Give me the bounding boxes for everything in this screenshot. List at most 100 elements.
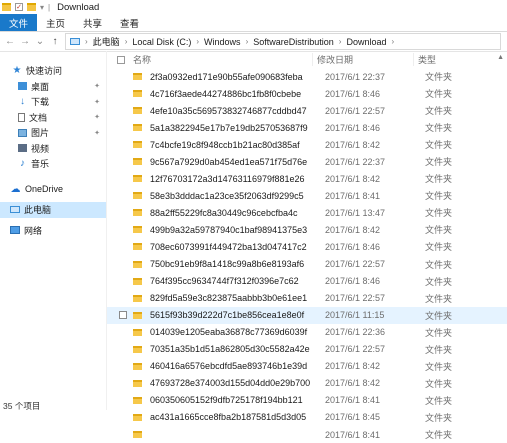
column-header-type[interactable]: 类型 xyxy=(413,53,436,66)
download-icon: ↓ xyxy=(20,96,25,108)
table-row[interactable]: ac431a1665cce8fba2b187581d5d3d05 2017/6/1… xyxy=(107,409,507,426)
folder-icon xyxy=(133,73,142,81)
folder-icon xyxy=(133,226,142,234)
sidebar-item-desktop[interactable]: 桌面 ✦ xyxy=(0,79,106,95)
table-row[interactable]: 7c4bcfe19c8f948ccb1b21ac80d385af 2017/6/1… xyxy=(107,136,507,153)
table-row[interactable]: 58e3b3dddac1a23ce35f2063df9299c5 2017/6/1… xyxy=(107,187,507,204)
file-name: 014039e1205eaba36878c77369d6039f xyxy=(150,327,308,338)
sidebar-item-onedrive[interactable]: ☁ OneDrive xyxy=(0,182,106,198)
crumb-windows[interactable]: Windows xyxy=(204,37,241,47)
crumb-download[interactable]: Download xyxy=(346,37,386,47)
table-row[interactable]: 750bc91eb9f8a1418c99a8b6e8193af6 2017/6/1… xyxy=(107,256,507,273)
folder-icon xyxy=(133,379,142,387)
column-header-name[interactable]: 名称 xyxy=(133,53,312,66)
file-name: 4c716f3aede44274886bc1fb8f0cbebe xyxy=(150,88,302,99)
sidebar-item-this-pc[interactable]: 此电脑 xyxy=(0,202,106,218)
file-name: 12f76703172a3d14763116979f881e26 xyxy=(150,173,305,184)
file-type: 文件夹 xyxy=(425,310,453,321)
file-type: 文件夹 xyxy=(425,293,453,304)
file-date: 2017/6/1 22:57 xyxy=(325,293,386,304)
table-row[interactable]: 47693728e374003d155d04dd0e29b700 2017/6/1… xyxy=(107,375,507,392)
crumb-separator: › xyxy=(85,37,88,46)
folder-icon xyxy=(133,277,142,285)
new-folder-icon[interactable] xyxy=(27,3,36,11)
file-name: 4efe10a35c569573832746877cddbd47 xyxy=(150,105,307,116)
table-row[interactable]: 4c716f3aede44274886bc1fb8f0cbebe 2017/6/1… xyxy=(107,85,507,102)
sidebar-item-label: 视频 xyxy=(31,143,50,154)
table-row[interactable]: 060350605152f9dfb725178f194bb121 2017/6/1… xyxy=(107,392,507,409)
table-row[interactable]: 9c567a7929d0ab454ed1ea571f75d76e 2017/6/1… xyxy=(107,153,507,170)
file-date: 2017/6/1 8:42 xyxy=(325,173,381,184)
forward-button[interactable]: → xyxy=(20,36,30,47)
recent-locations-button[interactable]: ⌄ xyxy=(35,36,45,47)
crumb-this-pc[interactable]: 此电脑 xyxy=(93,35,120,48)
title-bar: ✓ ▾ | Download xyxy=(0,0,507,14)
file-name: 750bc91eb9f8a1418c99a8b6e8193af6 xyxy=(150,259,305,270)
table-row[interactable]: 4efe10a35c569573832746877cddbd47 2017/6/1… xyxy=(107,102,507,119)
tab-file[interactable]: 文件 xyxy=(0,14,38,31)
folder-icon xyxy=(2,3,11,11)
row-checkbox[interactable] xyxy=(119,311,127,320)
sidebar-item-label: 图片 xyxy=(31,128,50,139)
file-list: 名称 修改日期 类型 ▲ 2f3a0932ed171e90b55afe09068… xyxy=(107,51,507,440)
scroll-up-icon[interactable]: ▲ xyxy=(497,54,504,61)
file-name: 060350605152f9dfb725178f194bb121 xyxy=(150,395,303,406)
back-button[interactable]: ← xyxy=(5,36,15,47)
pin-icon: ✦ xyxy=(94,98,100,106)
table-row[interactable]: 12f76703172a3d14763116979f881e26 2017/6/1… xyxy=(107,170,507,187)
folder-icon xyxy=(133,311,142,319)
crumb-local-disk[interactable]: Local Disk (C:) xyxy=(132,37,191,47)
table-row[interactable]: 460416a6576ebcdfd5ae893746b1e39d 2017/6/1… xyxy=(107,358,507,375)
breadcrumb[interactable]: › 此电脑 › Local Disk (C:) › Windows › Soft… xyxy=(65,33,501,50)
tab-home[interactable]: 主页 xyxy=(37,14,74,31)
sidebar-quick-access[interactable]: ★ 快速访问 xyxy=(0,63,106,79)
sidebar-item-downloads[interactable]: ↓ 下载 ✦ xyxy=(0,94,106,110)
sidebar-item-documents[interactable]: 文档 ✦ xyxy=(0,110,106,126)
file-name: 7c4bcfe19c8f948ccb1b21ac80d385af xyxy=(150,139,300,150)
table-row[interactable]: 829fd5a59e3c823875aabbb3b0e61ee1 2017/6/1… xyxy=(107,290,507,307)
select-all-checkbox[interactable] xyxy=(117,56,125,64)
column-headers: 名称 修改日期 类型 ▲ xyxy=(107,51,507,68)
table-row[interactable]: 88a2ff55229fc8a30449c96cebcfba4c 2017/6/1… xyxy=(107,204,507,221)
table-row[interactable]: 764f395cc9634744f7f312f0396e7c62 2017/6/1… xyxy=(107,273,507,290)
crumb-softwaredistribution[interactable]: SoftwareDistribution xyxy=(253,37,334,47)
up-button[interactable]: ↑ xyxy=(50,36,60,47)
file-type: 文件夹 xyxy=(425,344,453,355)
file-name: 829fd5a59e3c823875aabbb3b0e61ee1 xyxy=(150,293,308,304)
table-row[interactable]: 5a1a3822945e17b7e19db257053687f9 2017/6/1… xyxy=(107,119,507,136)
file-type: 文件夹 xyxy=(425,157,453,168)
properties-icon[interactable]: ✓ xyxy=(15,3,23,11)
file-name: 764f395cc9634744f7f312f0396e7c62 xyxy=(150,276,299,287)
file-date: 2017/6/1 8:42 xyxy=(325,378,381,389)
file-type: 文件夹 xyxy=(425,191,453,202)
main-area: ★ 快速访问 桌面 ✦ ↓ 下载 ✦ 文档 ✦ 图片 ✦ 视频 ♪ 音乐 ☁ O… xyxy=(0,51,507,440)
sidebar-item-label: 网络 xyxy=(24,225,43,236)
tab-share[interactable]: 共享 xyxy=(74,14,111,31)
sidebar-item-pictures[interactable]: 图片 ✦ xyxy=(0,125,106,141)
folder-icon xyxy=(133,209,142,217)
sidebar-item-videos[interactable]: 视频 xyxy=(0,141,106,157)
sidebar-item-network[interactable]: 网络 xyxy=(0,223,106,239)
file-name: 70351a35b1d51a862805d30c5582a42e xyxy=(150,344,310,355)
desktop-folder-icon xyxy=(18,82,27,91)
table-row[interactable]: 708ec6073991f449472ba13d047417c2 2017/6/1… xyxy=(107,238,507,255)
customize-quick-access-icon[interactable]: ▾ xyxy=(40,3,44,12)
folder-icon xyxy=(133,243,142,251)
table-row[interactable]: 70351a35b1d51a862805d30c5582a42e 2017/6/1… xyxy=(107,341,507,358)
table-row[interactable]: 2017/6/1 8:41 文件夹 xyxy=(107,426,507,443)
sidebar-item-music[interactable]: ♪ 音乐 xyxy=(0,156,106,172)
sidebar-item-label: 快速访问 xyxy=(26,66,63,77)
file-rows: 2f3a0932ed171e90b55afe090683feba 2017/6/1… xyxy=(107,68,507,443)
tab-view[interactable]: 查看 xyxy=(111,14,148,31)
pin-icon: ✦ xyxy=(94,83,100,91)
table-row[interactable]: 5615f93b39d222d7c1be856cea1e8e0f 2017/6/1… xyxy=(107,306,507,324)
table-row[interactable]: 2f3a0932ed171e90b55afe090683feba 2017/6/1… xyxy=(107,68,507,85)
table-row[interactable]: 014039e1205eaba36878c77369d6039f 2017/6/1… xyxy=(107,324,507,341)
table-row[interactable]: 499b9a32a59787940c1baf98941375e3 2017/6/1… xyxy=(107,221,507,238)
column-header-date[interactable]: 修改日期 xyxy=(312,53,413,66)
file-date: 2017/6/1 22:57 xyxy=(325,259,386,270)
sidebar-item-label: 文档 xyxy=(29,112,48,123)
video-icon xyxy=(18,144,27,153)
file-name: 9c567a7929d0ab454ed1ea571f75d76e xyxy=(150,156,308,167)
